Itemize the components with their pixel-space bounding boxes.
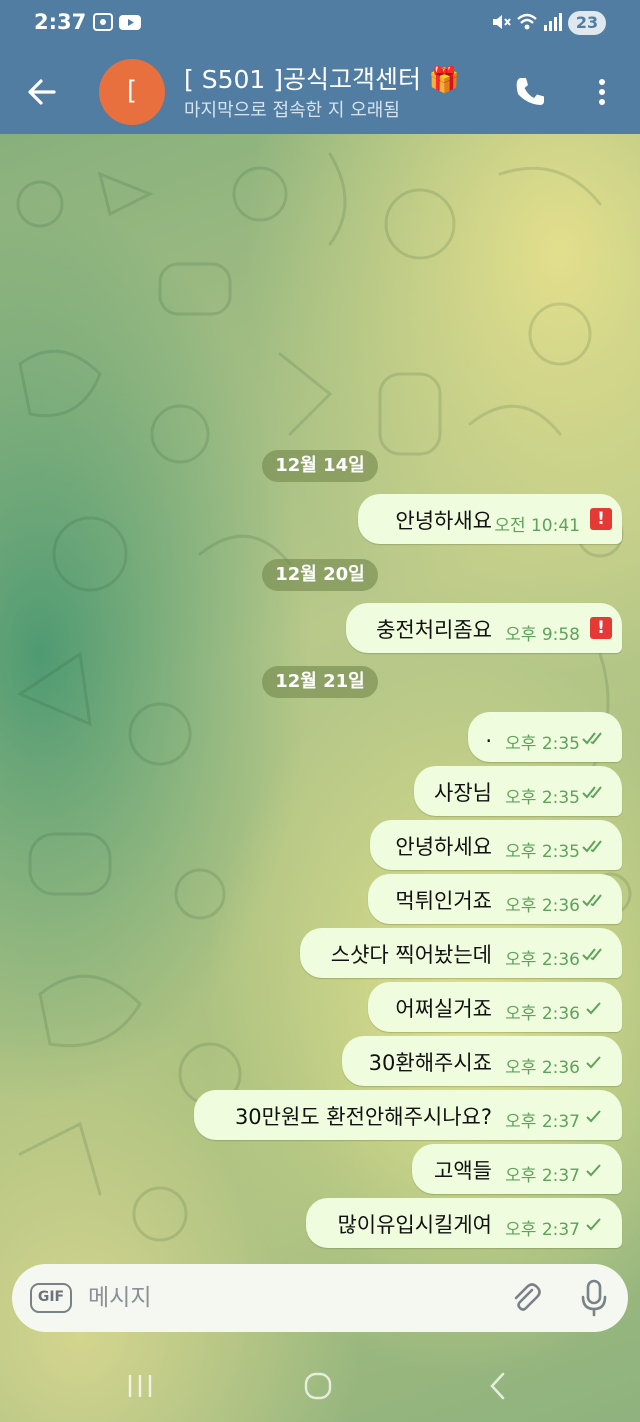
message-text: 먹튀인거죠: [395, 889, 492, 913]
last-seen-status: 마지막으로 접속한 지 오래됨: [184, 100, 400, 121]
chevron-left-icon: [490, 1372, 505, 1400]
system-nav-bar: [0, 1350, 640, 1422]
message-time: 오후 2:37: [505, 1220, 580, 1240]
message-bubble[interactable]: 스샷다 찍어놨는데 오후 2:36: [300, 928, 622, 978]
check-icon: [586, 1110, 601, 1123]
check-icon: [586, 1056, 601, 1069]
double-check-icon: [582, 732, 602, 745]
message-time: 오후 2:36: [505, 1058, 580, 1078]
message-time: 오후 2:36: [505, 1004, 580, 1024]
home-icon: [304, 1372, 332, 1400]
message-bubble[interactable]: 안녕하새요 오전 10:41 !: [358, 494, 622, 544]
paperclip-icon: [514, 1283, 541, 1311]
screen-record-icon: [92, 11, 114, 38]
message-bubble[interactable]: 많이유입시킬게여 오후 2:37: [306, 1198, 622, 1248]
double-check-icon: [582, 894, 602, 907]
check-icon: [586, 1218, 601, 1231]
double-check-icon: [582, 786, 602, 799]
message-composer: GIF: [12, 1264, 628, 1332]
message-bubble[interactable]: 30만원도 환전안해주시나요? 오후 2:37: [194, 1090, 622, 1140]
status-bar: 2:37 23: [0, 0, 640, 46]
message-time: 오후 2:37: [505, 1112, 580, 1132]
phone-icon: [516, 78, 544, 105]
message-time: 오전 10:41: [494, 516, 580, 536]
chat-title[interactable]: [ S501 ]공식고객센터 🎁: [184, 60, 460, 96]
wifi-icon: [516, 11, 538, 38]
attach-button[interactable]: [508, 1280, 544, 1316]
check-icon: [586, 1164, 601, 1177]
double-check-icon: [582, 948, 602, 961]
message-bubble[interactable]: 안녕하세요 오후 2:35: [370, 820, 622, 870]
message-text: 고액들: [434, 1159, 492, 1183]
send-failed-icon[interactable]: !: [590, 617, 612, 639]
message-text: 안녕하새요: [395, 509, 492, 533]
message-text: 사장님: [434, 781, 492, 805]
date-separator: 12월 14일: [262, 450, 378, 482]
check-icon: [586, 1002, 601, 1015]
message-time: 오후 2:35: [505, 842, 580, 862]
microphone-icon: [581, 1279, 607, 1317]
home-button[interactable]: [298, 1370, 338, 1402]
message-text: 30만원도 환전안해주시나요?: [234, 1105, 492, 1129]
message-time: 오후 2:36: [505, 896, 580, 916]
back-button[interactable]: [22, 72, 62, 112]
back-nav-button[interactable]: [478, 1370, 518, 1402]
message-time: 오후 2:36: [505, 950, 580, 970]
more-options-button[interactable]: [588, 72, 616, 112]
message-time: 오후 9:58: [505, 625, 580, 645]
voice-message-button[interactable]: [578, 1278, 610, 1318]
signal-icon: [542, 11, 564, 38]
avatar[interactable]: [: [99, 59, 165, 125]
status-time: 2:37: [34, 10, 87, 34]
recent-apps-button[interactable]: [120, 1370, 160, 1402]
message-text: 스샷다 찍어놨는데: [330, 943, 492, 967]
message-time: 오후 2:37: [505, 1166, 580, 1186]
message-bubble[interactable]: 어쩌실거죠 오후 2:36: [368, 982, 622, 1032]
message-text: 안녕하세요: [395, 835, 492, 859]
message-bubble[interactable]: . 오후 2:35: [468, 712, 622, 762]
call-button[interactable]: [510, 72, 550, 112]
message-time: 오후 2:35: [505, 788, 580, 808]
date-separator: 12월 21일: [262, 666, 378, 698]
gif-button[interactable]: GIF: [30, 1283, 72, 1313]
recent-apps-icon: [128, 1375, 152, 1397]
double-check-icon: [582, 840, 602, 853]
message-bubble[interactable]: 먹튀인거죠 오후 2:36: [368, 874, 622, 924]
message-text: 충전처리좀요: [376, 618, 492, 642]
battery-icon: 23: [568, 11, 606, 35]
youtube-icon: [118, 11, 142, 38]
mute-icon: [490, 11, 512, 38]
message-text: 어쩌실거죠: [395, 997, 492, 1021]
message-text: .: [485, 723, 492, 747]
message-bubble[interactable]: 고액들 오후 2:37: [412, 1144, 622, 1194]
message-bubble[interactable]: 30환해주시죠 오후 2:36: [342, 1036, 622, 1086]
message-time: 오후 2:35: [505, 734, 580, 754]
message-text: 많이유입시킬게여: [337, 1213, 492, 1237]
message-input[interactable]: [88, 1278, 488, 1318]
date-separator: 12월 20일: [262, 559, 378, 591]
send-failed-icon[interactable]: !: [590, 508, 612, 530]
arrow-left-icon: [28, 79, 56, 105]
message-text: 30환해주시죠: [368, 1051, 492, 1075]
more-vertical-icon: [599, 79, 605, 105]
message-bubble[interactable]: 사장님 오후 2:35: [414, 766, 622, 816]
message-bubble[interactable]: 충전처리좀요 오후 9:58 !: [346, 603, 622, 653]
top-bar: 2:37 23 [ [ S501 ]공식고객센터 🎁 마지막으로 접속한 지 오…: [0, 0, 640, 134]
